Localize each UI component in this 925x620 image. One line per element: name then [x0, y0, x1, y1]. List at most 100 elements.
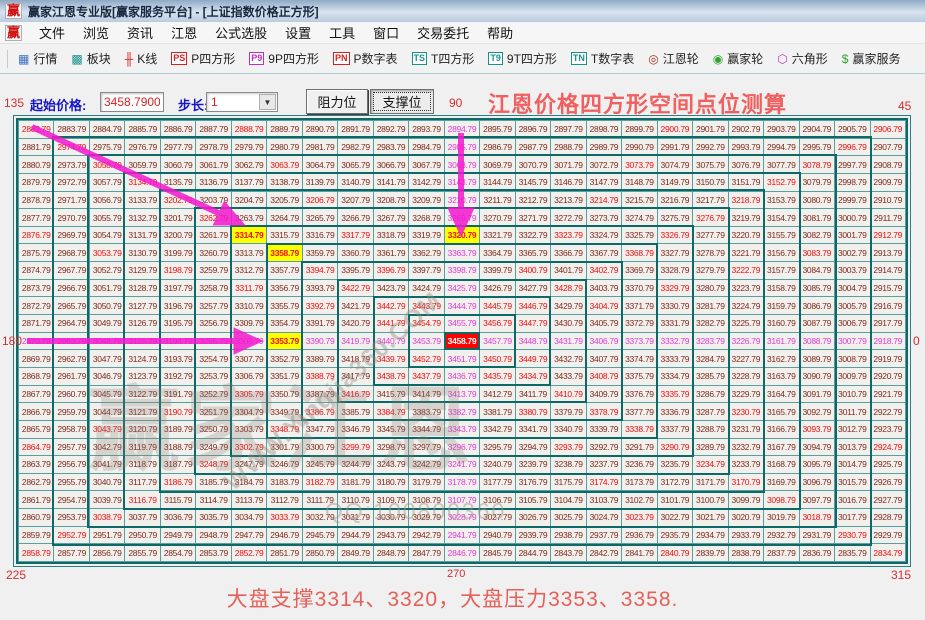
grid-cell: 3052.79 — [90, 262, 124, 279]
step-select[interactable]: 1 ▼ — [206, 92, 278, 112]
toolbar-t-square-button[interactable]: TST四方形 — [405, 48, 482, 69]
grid-cell: 2856.79 — [90, 544, 124, 561]
grid-cell: 3122.79 — [125, 386, 159, 403]
grid-cell: 3188.79 — [161, 439, 195, 456]
menu-tools[interactable]: 工具 — [320, 21, 364, 44]
grid-cell: 2950.79 — [125, 527, 159, 544]
grid-cell: 3455.79 — [445, 315, 479, 332]
grid-cell: 3230.79 — [729, 403, 763, 420]
grid-cell: 2858.79 — [19, 544, 53, 561]
grid-cell: 3261.79 — [196, 227, 230, 244]
grid-cell: 3415.79 — [374, 386, 408, 403]
p-table-icon: PN — [333, 52, 350, 65]
menu-file[interactable]: 文件 — [30, 21, 74, 44]
grid-cell: 3192.79 — [161, 368, 195, 385]
toolbar-quotes-button[interactable]: ▦行情 — [11, 48, 64, 69]
grid-cell: 2957.79 — [54, 439, 88, 456]
grid-cell: 3375.79 — [622, 368, 656, 385]
toolbar-p-square-button[interactable]: PSP四方形 — [164, 48, 242, 69]
app-logo-icon: 赢 — [5, 3, 22, 19]
grid-cell: 3200.79 — [161, 227, 195, 244]
chevron-down-icon[interactable]: ▼ — [259, 94, 276, 110]
grid-cell: 2883.79 — [54, 121, 88, 138]
grid-cell: 3390.79 — [303, 333, 337, 350]
menu-window[interactable]: 窗口 — [364, 21, 408, 44]
grid-cell: 3195.79 — [161, 315, 195, 332]
grid-cell: 3249.79 — [196, 439, 230, 456]
grid-cell: 3450.79 — [480, 350, 514, 367]
grid-cell: 3367.79 — [587, 244, 621, 261]
grid-cell: 3097.79 — [800, 491, 834, 508]
menu-browse[interactable]: 浏览 — [74, 21, 118, 44]
toolbar-9p-square-button[interactable]: P99P四方形 — [242, 48, 326, 69]
grid-cell: 2908.79 — [871, 156, 905, 173]
toolbar-sectors-button[interactable]: ▩板块 — [64, 48, 117, 69]
grid-cell: 2837.79 — [764, 544, 798, 561]
grid-cell: 3360.79 — [338, 244, 372, 261]
grid-cell: 3336.79 — [658, 403, 692, 420]
grid-cell: 3130.79 — [125, 244, 159, 261]
grid-cell: 3225.79 — [729, 315, 763, 332]
grid-cell: 2855.79 — [125, 544, 159, 561]
toolbar-winner-wheel-button[interactable]: ◉赢家轮 — [706, 48, 771, 69]
grid-cell: 3364.79 — [480, 244, 514, 261]
menu-settings[interactable]: 设置 — [276, 21, 320, 44]
support-button[interactable]: 支撑位 — [370, 89, 434, 114]
grid-cell: 3242.79 — [409, 456, 443, 473]
window-title: 赢家江恩专业版[赢家服务平台] - [上证指数价格正方形] — [28, 3, 319, 20]
toolbar-hexagon-button[interactable]: ⬡六角形 — [770, 48, 835, 69]
grid-cell: 3318.79 — [374, 227, 408, 244]
toolbar-kline-button[interactable]: ╫K线 — [118, 48, 165, 69]
grid-cell: 3057.79 — [90, 174, 124, 191]
toolbar-t-table-button[interactable]: TNT数字表 — [564, 48, 641, 69]
grid-cell: 3398.79 — [445, 262, 479, 279]
grid-cell: 3049.79 — [90, 315, 124, 332]
grid-cell: 3284.79 — [693, 350, 727, 367]
grid-cell: 3164.79 — [764, 386, 798, 403]
grid-cell: 3296.79 — [445, 439, 479, 456]
grid-cell: 3168.79 — [764, 456, 798, 473]
menu-formula-stock-pick[interactable]: 公式选股 — [206, 21, 276, 44]
toolbar-service-button[interactable]: $赢家服务 — [835, 48, 908, 69]
grid-cell: 3451.79 — [445, 350, 479, 367]
grid-cell: 3391.79 — [303, 315, 337, 332]
grid-cell: 3187.79 — [161, 456, 195, 473]
menu-gann[interactable]: 江恩 — [162, 21, 206, 44]
grid-cell: 3095.79 — [800, 456, 834, 473]
toolbar-p-table-button[interactable]: PNP数字表 — [326, 48, 405, 69]
grid-cell: 2844.79 — [516, 544, 550, 561]
grid-cell: 3248.79 — [196, 456, 230, 473]
grid-cell: 3069.79 — [480, 156, 514, 173]
grid-cell: 3329.79 — [658, 280, 692, 297]
grid-cell: 3107.79 — [445, 491, 479, 508]
grid-cell: 3155.79 — [764, 227, 798, 244]
grid-cell: 3223.79 — [729, 280, 763, 297]
grid-cell: 3221.79 — [729, 244, 763, 261]
grid-cell: 3244.79 — [338, 456, 372, 473]
grid-cell: 3160.79 — [764, 315, 798, 332]
resistance-button[interactable]: 阻力位 — [306, 89, 368, 114]
grid-cell: 3169.79 — [764, 474, 798, 491]
grid-cell: 2927.79 — [871, 491, 905, 508]
grid-cell: 3331.79 — [658, 315, 692, 332]
grid-cell: 3339.79 — [587, 421, 621, 438]
toolbar-gann-wheel-button[interactable]: ◎江恩轮 — [641, 48, 706, 69]
menu-help[interactable]: 帮助 — [478, 21, 522, 44]
grid-cell: 3191.79 — [161, 386, 195, 403]
toolbar-9t-square-button[interactable]: T99T四方形 — [481, 48, 564, 69]
grid-cell: 3297.79 — [409, 439, 443, 456]
gann-wheel-icon: ◎ — [648, 53, 658, 65]
grid-cell: 3357.79 — [267, 262, 301, 279]
menu-news[interactable]: 资讯 — [118, 21, 162, 44]
grid-cell: 3379.79 — [551, 403, 585, 420]
grid-cell: 3064.79 — [303, 156, 337, 173]
menu-trade-entrust[interactable]: 交易委托 — [408, 21, 478, 44]
grid-cell: 2944.79 — [338, 527, 372, 544]
grid-cell: 3407.79 — [587, 350, 621, 367]
grid-cell: 2935.79 — [658, 527, 692, 544]
grid-cell: 2952.79 — [54, 527, 88, 544]
grid-cell: 3003.79 — [835, 262, 869, 279]
grid-cell: 3116.79 — [125, 491, 159, 508]
grid-cell: 2846.79 — [445, 544, 479, 561]
start-price-input[interactable] — [100, 92, 164, 112]
